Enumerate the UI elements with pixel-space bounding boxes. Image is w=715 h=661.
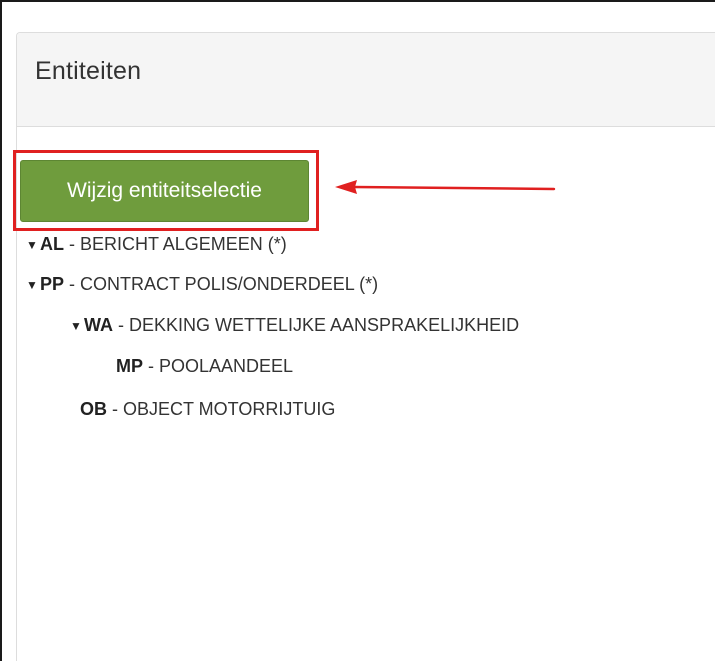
entity-code: MP bbox=[116, 356, 143, 376]
triangle-down-icon[interactable]: ▼ bbox=[70, 314, 84, 338]
tree-node-wa[interactable]: ▼ WA - DEKKING WETTELIJKE AANSPRAKELIJKHE… bbox=[70, 313, 519, 338]
separator: - bbox=[107, 399, 123, 419]
entities-panel: Entiteiten bbox=[16, 32, 715, 661]
triangle-down-icon[interactable]: ▼ bbox=[26, 233, 40, 257]
tree-node-al[interactable]: ▼ AL - BERICHT ALGEMEEN (*) bbox=[26, 232, 287, 257]
tree-node-pp[interactable]: ▼ PP - CONTRACT POLIS/ONDERDEEL (*) bbox=[26, 272, 378, 297]
entity-code: PP bbox=[40, 274, 65, 294]
entity-code: WA bbox=[84, 315, 113, 335]
entity-code: AL bbox=[40, 234, 64, 254]
change-entity-selection-button[interactable]: Wijzig entiteitselectie bbox=[20, 160, 309, 222]
triangle-down-icon[interactable]: ▼ bbox=[26, 273, 40, 297]
separator: - bbox=[113, 315, 129, 335]
separator: - bbox=[64, 274, 81, 294]
red-arrow-left-icon bbox=[335, 180, 556, 194]
panel-title: Entiteiten bbox=[35, 57, 142, 85]
separator: - bbox=[143, 356, 159, 376]
panel-heading: Entiteiten bbox=[17, 33, 715, 127]
separator: - bbox=[64, 234, 80, 254]
tree-node-mp[interactable]: MP - POOLAANDEEL bbox=[116, 354, 293, 378]
entity-code: OB bbox=[80, 399, 107, 419]
entity-description: POOLAANDEEL bbox=[159, 356, 294, 376]
entity-description: DEKKING WETTELIJKE AANSPRAKELIJKHEID bbox=[129, 315, 520, 335]
tree-node-ob[interactable]: OB - OBJECT MOTORRIJTUIG bbox=[80, 397, 335, 421]
entity-description: CONTRACT POLIS/ONDERDEEL (*) bbox=[80, 274, 379, 294]
entity-description: BERICHT ALGEMEEN (*) bbox=[80, 234, 287, 254]
entity-description: OBJECT MOTORRIJTUIG bbox=[123, 399, 336, 419]
